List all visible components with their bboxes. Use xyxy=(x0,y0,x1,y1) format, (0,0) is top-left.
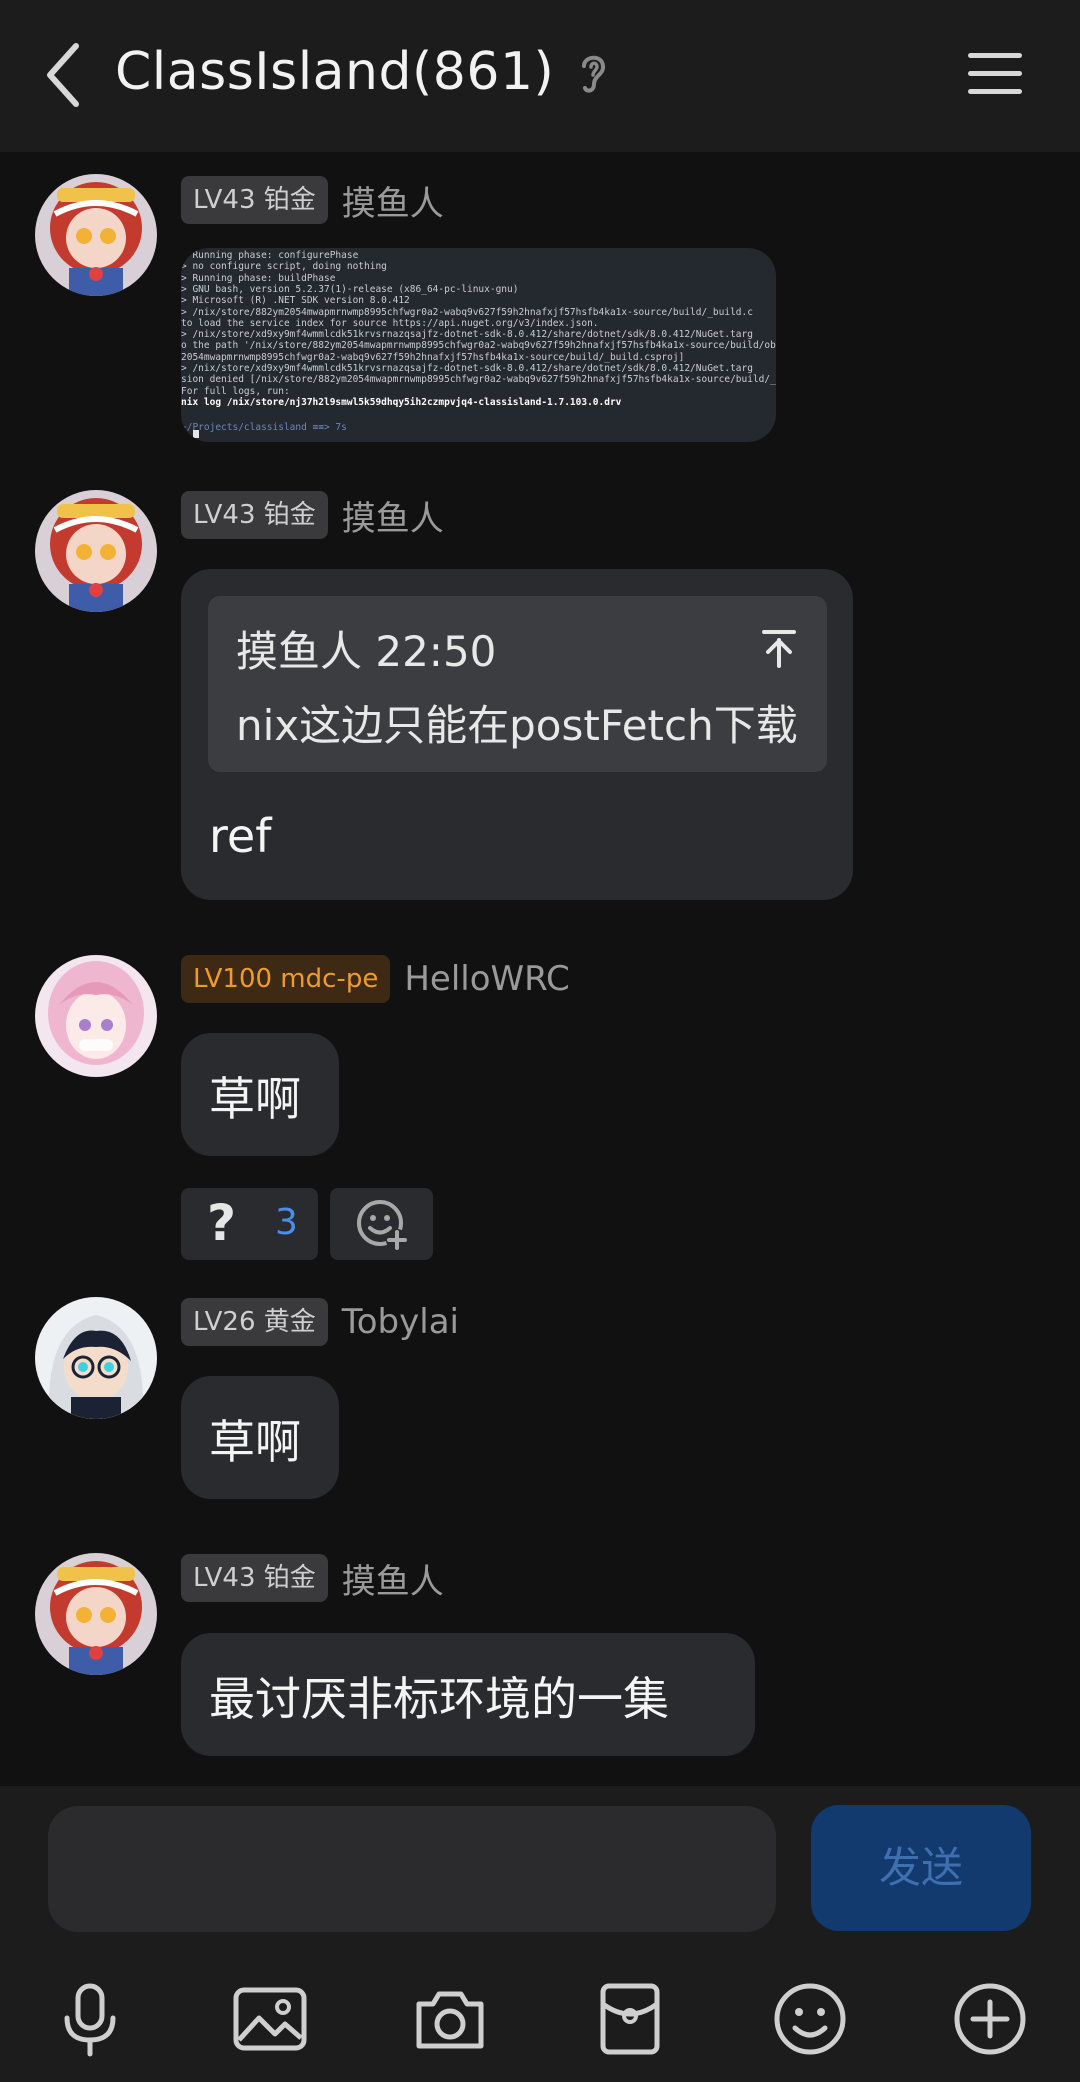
back-chevron-icon[interactable] xyxy=(40,40,90,110)
level-badge: LV43 铂金 xyxy=(181,176,328,224)
add-reaction-button[interactable] xyxy=(330,1188,433,1260)
menu-icon[interactable] xyxy=(966,50,1024,98)
quoted-message[interactable]: 摸鱼人 22:50 nix这边只能在postFetch下载 xyxy=(208,596,827,772)
reaction-question[interactable]: ? 3 xyxy=(181,1188,318,1260)
sender-name[interactable]: 摸鱼人 xyxy=(342,491,444,540)
level-badge: LV26 黄金 xyxy=(181,1298,328,1346)
sender-meta: LV100 mdc-pe HelloWRC xyxy=(181,955,570,1003)
terminal-line: > Microsoft (R) .NET SDK version 8.0.412 xyxy=(181,295,410,307)
bottom-toolbar xyxy=(0,1950,1080,2082)
jump-to-original-icon[interactable] xyxy=(760,628,798,668)
terminal-line: o the path '/nix/store/882ym2054mwapmrnw… xyxy=(181,340,776,352)
terminal-line: > GNU bash, version 5.2.37(1)-release (x… xyxy=(181,283,519,295)
title-group[interactable]: ClassIsland(861) xyxy=(115,42,610,102)
message-text: 草啊 xyxy=(209,1415,301,1469)
level-badge: LV43 铂金 xyxy=(181,491,328,539)
avatar-lion-dance[interactable] xyxy=(35,174,157,296)
terminal-line: > /nix/store/xd9xy9mf4wmmlcdk51krvsrnazq… xyxy=(181,329,753,341)
red-packet-icon[interactable] xyxy=(591,1980,669,2058)
terminal-line: > /nix/store/882ym2054mwapmrnwmp8995chfw… xyxy=(181,306,753,318)
terminal-line: > Running phase: configurePhase xyxy=(181,250,359,261)
plus-icon[interactable] xyxy=(951,1980,1029,2058)
sender-name[interactable]: Tobylai xyxy=(342,1302,459,1342)
message-text: 草啊 xyxy=(209,1072,301,1126)
microphone-icon[interactable] xyxy=(51,1980,129,2058)
avatar-lion-dance[interactable] xyxy=(35,1553,157,1675)
chat-title[interactable]: ClassIsland(861) xyxy=(115,42,554,102)
sender-meta: LV43 铂金 摸鱼人 xyxy=(181,491,444,539)
input-bar: 发送 xyxy=(0,1786,1080,1950)
terminal-line: sion denied [/nix/store/882ym2054mwapmrn… xyxy=(181,374,776,386)
level-badge: LV43 铂金 xyxy=(181,1554,328,1602)
header-bar: ClassIsland(861) xyxy=(0,0,1080,152)
terminal-screenshot-image[interactable]: > Running phase: configurePhase > no con… xyxy=(181,248,776,442)
terminal-line: to load the service index for source htt… xyxy=(181,317,599,329)
avatar-lion-dance[interactable] xyxy=(35,490,157,612)
message-bubble[interactable]: 草啊 xyxy=(181,1376,339,1499)
sender-name[interactable]: 摸鱼人 xyxy=(342,176,444,225)
sender-meta: LV26 黄金 Tobylai xyxy=(181,1298,459,1346)
message-input[interactable] xyxy=(48,1806,776,1932)
message-text: 最讨厌非标环境的一集 xyxy=(209,1672,669,1726)
question-mark-icon: ? xyxy=(207,1194,237,1252)
terminal-line: > /nix/store/xd9xy9mf4wmmlcdk51krvsrnazq… xyxy=(181,363,753,374)
message-bubble[interactable]: 草啊 xyxy=(181,1033,339,1156)
reaction-count: 3 xyxy=(275,1202,298,1243)
send-button[interactable]: 发送 xyxy=(811,1805,1031,1931)
emoji-icon[interactable] xyxy=(771,1980,849,2058)
avatar-pink-hair[interactable] xyxy=(35,955,157,1077)
terminal-line: > Running phase: buildPhase xyxy=(181,272,336,284)
quote-sender-time: 摸鱼人 22:50 xyxy=(236,627,497,676)
add-emoji-icon xyxy=(357,1200,408,1251)
terminal-line: 2054mwapmrnwmp8995chfwgr0a2-wabq9v627f59… xyxy=(181,351,685,363)
sender-name[interactable]: HelloWRC xyxy=(404,959,569,999)
terminal-cursor xyxy=(193,430,199,438)
camera-icon[interactable] xyxy=(411,1980,489,2058)
image-icon[interactable] xyxy=(231,1980,309,2058)
message-text: ref xyxy=(209,809,272,863)
sender-meta: LV43 铂金 摸鱼人 xyxy=(181,1554,444,1602)
avatar-hooded-boy[interactable] xyxy=(35,1297,157,1419)
level-badge: LV100 mdc-pe xyxy=(181,955,391,1003)
terminal-line: nix log /nix/store/nj37h2l9smwl5k59dhqy5… xyxy=(181,396,622,408)
sender-name[interactable]: 摸鱼人 xyxy=(342,1554,444,1603)
message-bubble[interactable]: 最讨厌非标环境的一集 xyxy=(181,1633,755,1756)
message-bubble[interactable]: 摸鱼人 22:50 nix这边只能在postFetch下载 ref xyxy=(181,569,853,900)
terminal-line: ~/Projects/classisland ≡≡> 7s xyxy=(181,422,347,433)
terminal-line: > no configure script, doing nothing xyxy=(181,261,387,273)
ear-icon xyxy=(582,55,606,93)
quote-text: nix这边只能在postFetch下载 xyxy=(236,701,798,750)
terminal-line: For full logs, run: xyxy=(181,385,290,397)
sender-meta: LV43 铂金 摸鱼人 xyxy=(181,176,444,224)
